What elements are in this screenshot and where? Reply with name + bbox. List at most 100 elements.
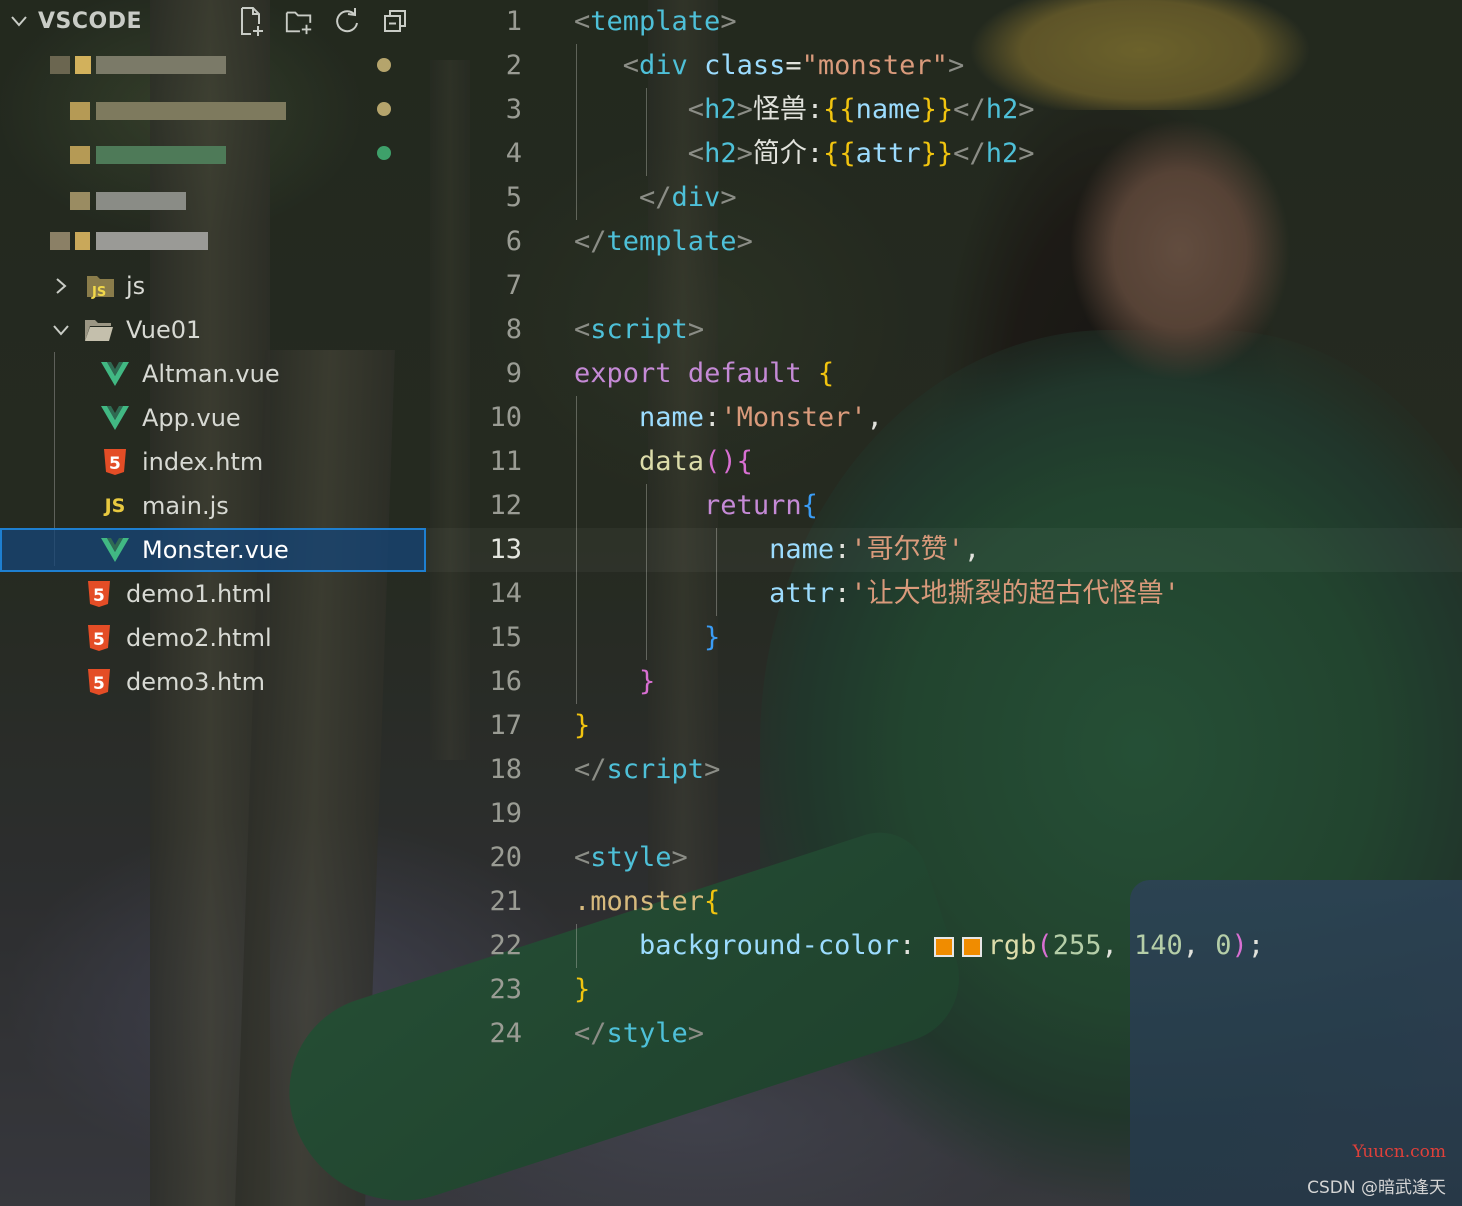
line-number: 10 — [489, 402, 522, 433]
code-line[interactable]: 5 </div> — [426, 176, 1462, 220]
blurred-tree-item[interactable] — [30, 186, 290, 216]
code-text: <h2>怪兽:{{name}}</h2> — [574, 88, 1035, 132]
code-token: > — [736, 94, 753, 125]
collapse-all-icon[interactable] — [380, 4, 410, 38]
tree-item-label: index.htm — [142, 448, 264, 476]
refresh-icon[interactable] — [332, 4, 362, 38]
line-number: 4 — [505, 138, 522, 169]
code-text: <div class="monster"> — [574, 44, 964, 88]
blurred-tree-item[interactable] — [30, 50, 290, 80]
tree-item-monster-vue[interactable]: Monster.vue — [0, 528, 426, 572]
git-status-dot — [377, 58, 391, 72]
tree-item-demo2-html[interactable]: 5 demo2.html — [0, 616, 426, 660]
code-line[interactable]: 6 </template> — [426, 220, 1462, 264]
code-line[interactable]: 24 </style> — [426, 1012, 1462, 1056]
code-line[interactable]: 16 } — [426, 660, 1462, 704]
code-token: < — [574, 314, 591, 345]
code-editor[interactable]: 1 <template> 2 <div class="monster"> 3 <h2>… — [426, 0, 1462, 1206]
explorer-actions — [236, 4, 410, 40]
code-text: } — [574, 660, 655, 704]
code-line[interactable]: 1 <template> — [426, 0, 1462, 44]
tree-item-app-vue[interactable]: App.vue — [0, 396, 426, 440]
code-line[interactable]: 22 background-color: rgb(255, 140, 0); — [426, 924, 1462, 968]
svg-text:5: 5 — [109, 454, 121, 474]
code-token: </ — [953, 94, 986, 125]
blurred-tree-item[interactable] — [30, 140, 290, 170]
code-token: < — [687, 138, 705, 169]
line-number: 24 — [489, 1018, 522, 1049]
svg-text:5: 5 — [93, 630, 105, 650]
code-token: ( — [1036, 930, 1053, 961]
code-token: rgb — [987, 930, 1037, 961]
code-token: template — [590, 6, 721, 37]
code-text: <template> — [574, 0, 737, 44]
code-text: } — [574, 616, 720, 660]
code-line[interactable]: 14 attr:'让大地撕裂的超古代怪兽' — [426, 572, 1462, 616]
code-line[interactable]: 15 } — [426, 616, 1462, 660]
code-line[interactable]: 8 <script> — [426, 308, 1462, 352]
watermark-author: CSDN @暗武逢天 — [1307, 1178, 1446, 1198]
blurred-tree-item[interactable] — [30, 226, 290, 256]
code-line[interactable]: 10 name:'Monster', — [426, 396, 1462, 440]
chevron-down-icon[interactable] — [50, 319, 72, 341]
code-line[interactable]: 11 data(){ — [426, 440, 1462, 484]
code-line[interactable]: 3 <h2>怪兽:{{name}}</h2> — [426, 88, 1462, 132]
tree-item-demo1-html[interactable]: 5 demo1.html — [0, 572, 426, 616]
code-text: } — [574, 704, 590, 748]
tree-item-main-js[interactable]: JS main.js — [0, 484, 426, 528]
svg-text:5: 5 — [93, 674, 105, 694]
new-folder-icon[interactable] — [284, 4, 314, 38]
code-token: < — [622, 50, 640, 81]
chevron-down-icon[interactable] — [8, 10, 30, 32]
code-line[interactable]: 12 return{ — [426, 484, 1462, 528]
code-line[interactable]: 19 — [426, 792, 1462, 836]
code-line[interactable]: 7 — [426, 264, 1462, 308]
line-number: 1 — [505, 6, 522, 37]
tree-item-index-htm[interactable]: 5 index.htm — [0, 440, 426, 484]
code-text: name:'哥尔赞', — [574, 528, 980, 572]
tree-item-js-folder[interactable]: JS js — [0, 264, 426, 308]
tree-item-label: main.js — [142, 492, 229, 520]
code-token: script — [606, 754, 705, 785]
code-line[interactable]: 9 export default { — [426, 352, 1462, 396]
code-token: }} — [920, 138, 954, 169]
code-token: 0 — [1215, 930, 1232, 961]
code-line[interactable]: 23} — [426, 968, 1462, 1012]
code-line[interactable]: 21 .monster{ — [426, 880, 1462, 924]
new-file-icon[interactable] — [236, 4, 266, 38]
tree-item-vue01-folder[interactable]: Vue01 — [0, 308, 426, 352]
line-number: 3 — [505, 94, 522, 125]
code-token: { — [817, 358, 835, 389]
code-line[interactable]: 18 </script> — [426, 748, 1462, 792]
tree-item-label: js — [126, 272, 146, 300]
code-token: "monster" — [801, 50, 948, 81]
chevron-right-icon[interactable] — [50, 275, 72, 297]
code-token: < — [687, 94, 705, 125]
tree-item-altman-vue[interactable]: Altman.vue — [0, 352, 426, 396]
code-line[interactable]: 13 name:'哥尔赞', — [426, 528, 1462, 572]
color-swatch[interactable] — [933, 937, 954, 957]
explorer-header[interactable]: VSCODE — [0, 0, 426, 44]
code-text: name:'Monster', — [574, 396, 883, 440]
code-line[interactable]: 2 <div class="monster"> — [426, 44, 1462, 88]
tree-item-demo3-htm[interactable]: 5 demo3.htm — [0, 660, 426, 704]
code-text: </style> — [574, 1012, 704, 1056]
line-number: 7 — [505, 270, 522, 301]
code-token: = — [785, 50, 802, 81]
code-line[interactable]: 4 <h2>简介:{{attr}}</h2> — [426, 132, 1462, 176]
code-text: </div> — [574, 176, 737, 220]
code-token: template — [606, 226, 737, 257]
color-swatch[interactable] — [961, 937, 982, 957]
blurred-tree-item[interactable] — [30, 96, 290, 126]
code-token: }} — [920, 94, 954, 125]
code-line[interactable]: 20 <style> — [426, 836, 1462, 880]
code-token: 140 — [1133, 930, 1183, 961]
code-line[interactable]: 17} — [426, 704, 1462, 748]
code-token: , — [963, 534, 981, 565]
tree-item-label: Vue01 — [126, 316, 202, 344]
code-text: <h2>简介:{{attr}}</h2> — [574, 132, 1035, 176]
